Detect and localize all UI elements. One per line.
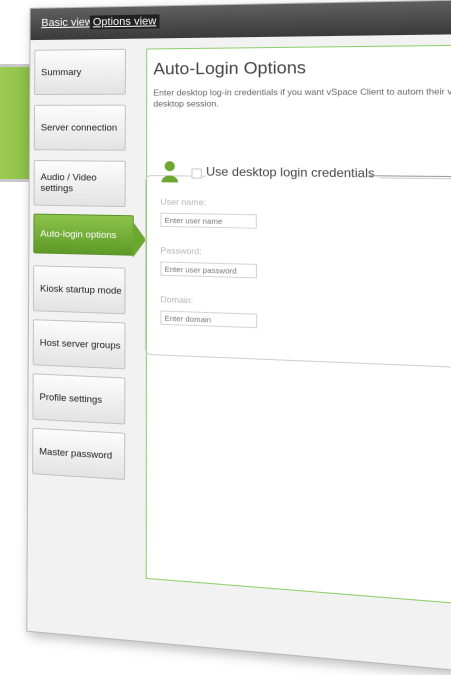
sidebar-item-profile-settings[interactable]: Profile settings — [32, 373, 126, 425]
sidebar-item-audio-video-settings[interactable]: Audio / Video settings — [33, 160, 126, 208]
sidebar-item-label: Host server groups — [39, 336, 121, 352]
password-label: Password: — [160, 245, 202, 257]
use-desktop-login-checkbox[interactable] — [191, 168, 202, 179]
user-name-label: User name: — [160, 196, 207, 208]
domain-label: Domain: — [160, 294, 194, 306]
sidebar-item-host-server-groups[interactable]: Host server groups — [32, 319, 126, 370]
sidebar-item-kiosk-startup-mode[interactable]: Kiosk startup mode — [32, 265, 126, 315]
sidebar-item-label: Audio / Video settings — [40, 172, 97, 195]
sidebar-item-server-connection[interactable]: Server connection — [33, 104, 126, 151]
sidebar-item-label: Master password — [39, 445, 113, 462]
tab-options-view[interactable]: Options view — [89, 14, 160, 30]
sidebar-item-label: Auto-login options — [40, 228, 117, 241]
sidebar-item-auto-login-options[interactable]: Auto-login options — [33, 213, 134, 256]
sidebar-item-summary[interactable]: Summary — [34, 48, 126, 96]
auto-login-options-panel: Auto-Login Options Enter desktop log-in … — [144, 44, 451, 609]
tab-basic-view[interactable]: Basic view — [38, 15, 95, 30]
user-name-field[interactable] — [160, 212, 257, 229]
domain-field[interactable] — [160, 310, 258, 329]
sidebar-item-label: Kiosk startup mode — [39, 282, 122, 297]
page-title: Auto-Login Options — [153, 57, 307, 79]
settings-sidebar: Summary Server connection Audio / Video … — [32, 48, 134, 481]
sidebar-item-master-password[interactable]: Master password — [32, 427, 126, 481]
sidebar-item-label: Server connection — [40, 122, 118, 134]
page-description: Enter desktop log-in credentials if you … — [153, 85, 451, 109]
sidebar-item-label: Profile settings — [39, 391, 103, 406]
password-field[interactable] — [160, 261, 258, 279]
sidebar-item-label: Summary — [41, 66, 82, 78]
vspace-client-settings-window: Basic view Options view Summary Server c… — [26, 0, 451, 675]
view-tab-bar: Basic view Options view — [30, 0, 451, 41]
credentials-group: Use desktop login credentials User name:… — [144, 161, 451, 371]
group-divider — [369, 175, 451, 178]
checkbox-label: Use desktop login credentials — [206, 164, 380, 181]
user-icon — [161, 161, 178, 183]
